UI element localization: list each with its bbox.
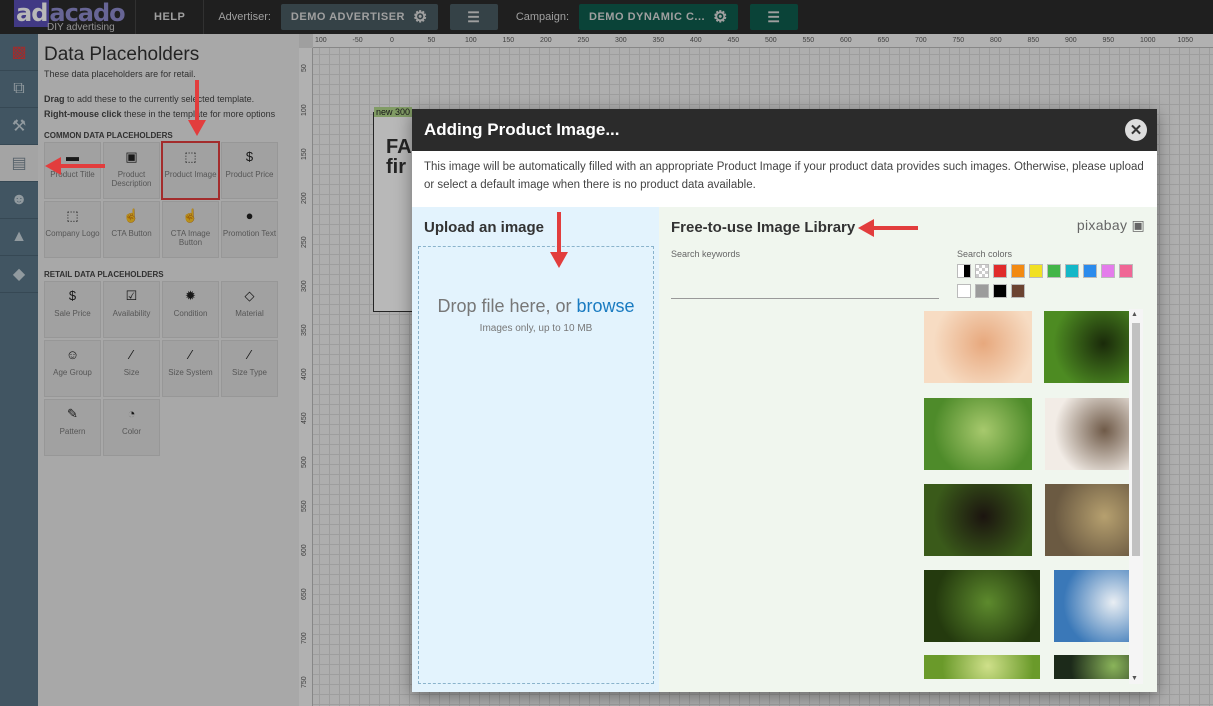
pixabay-logo: pixabay ▣ <box>1076 217 1145 233</box>
upload-heading: Upload an image <box>424 219 545 236</box>
color-swatch[interactable] <box>993 264 1007 278</box>
color-swatch[interactable] <box>1011 284 1025 298</box>
library-image-chameleon[interactable] <box>1044 311 1129 383</box>
dialog-header: Adding Product Image... ✕ <box>412 109 1157 151</box>
library-heading: Free-to-use Image Library <box>671 219 856 236</box>
camera-icon: ▣ <box>1131 217 1145 233</box>
image-library-section: Free-to-use Image Library pixabay ▣ Sear… <box>659 207 1157 692</box>
annotation-arrow-down <box>550 212 568 268</box>
color-swatch[interactable] <box>1101 264 1115 278</box>
library-image-dog[interactable] <box>924 484 1032 556</box>
library-image-buds[interactable] <box>1045 484 1129 556</box>
color-swatch[interactable] <box>1011 264 1025 278</box>
color-swatch[interactable] <box>1047 264 1061 278</box>
gallery-scrollbar[interactable]: ▲ ▼ <box>1129 309 1143 684</box>
add-image-dialog: Adding Product Image... ✕ This image wil… <box>412 109 1157 692</box>
library-image-hands[interactable] <box>924 311 1032 383</box>
drop-text: Drop file here, or browse <box>437 296 635 316</box>
library-image-green[interactable] <box>1054 655 1129 679</box>
image-gallery <box>659 309 1129 684</box>
library-image-kingfisher[interactable] <box>924 398 1032 470</box>
annotation-arrow-down <box>188 80 206 136</box>
annotation-arrow-left <box>45 157 105 175</box>
drop-subtext: Images only, up to 10 MB <box>479 323 593 334</box>
scroll-down-icon[interactable]: ▼ <box>1131 675 1138 682</box>
color-swatch[interactable] <box>1119 264 1133 278</box>
library-image-swan[interactable] <box>1054 570 1129 642</box>
close-button[interactable]: ✕ <box>1125 119 1147 141</box>
color-swatch[interactable] <box>975 264 989 278</box>
search-keywords-label: Search keywords <box>671 249 741 259</box>
color-swatch[interactable] <box>1083 264 1097 278</box>
scroll-up-icon[interactable]: ▲ <box>1131 311 1138 318</box>
color-swatch[interactable] <box>1065 264 1079 278</box>
dialog-title: Adding Product Image... <box>424 120 620 139</box>
dialog-description: This image will be automatically filled … <box>424 161 1144 191</box>
library-image-blossom[interactable] <box>1045 398 1129 470</box>
color-swatch[interactable] <box>1029 264 1043 278</box>
annotation-arrow-left <box>858 219 918 237</box>
upload-section: Upload an image Drop file here, or brows… <box>412 207 659 692</box>
browse-link[interactable]: browse <box>577 296 635 316</box>
search-colors-label: Search colors <box>957 249 1013 259</box>
library-image-leaf[interactable] <box>924 655 1040 679</box>
color-swatch[interactable] <box>957 284 971 298</box>
search-keywords-input[interactable] <box>671 279 939 299</box>
color-swatch[interactable] <box>975 284 989 298</box>
file-dropzone[interactable]: Drop file here, or browse Images only, u… <box>418 246 654 684</box>
close-icon: ✕ <box>1129 122 1143 139</box>
color-swatch[interactable] <box>957 264 971 278</box>
library-image-daisy[interactable] <box>924 570 1040 642</box>
color-swatch[interactable] <box>993 284 1007 298</box>
dialog-body: Upload an image Drop file here, or brows… <box>412 207 1157 692</box>
scroll-thumb[interactable] <box>1132 323 1140 556</box>
